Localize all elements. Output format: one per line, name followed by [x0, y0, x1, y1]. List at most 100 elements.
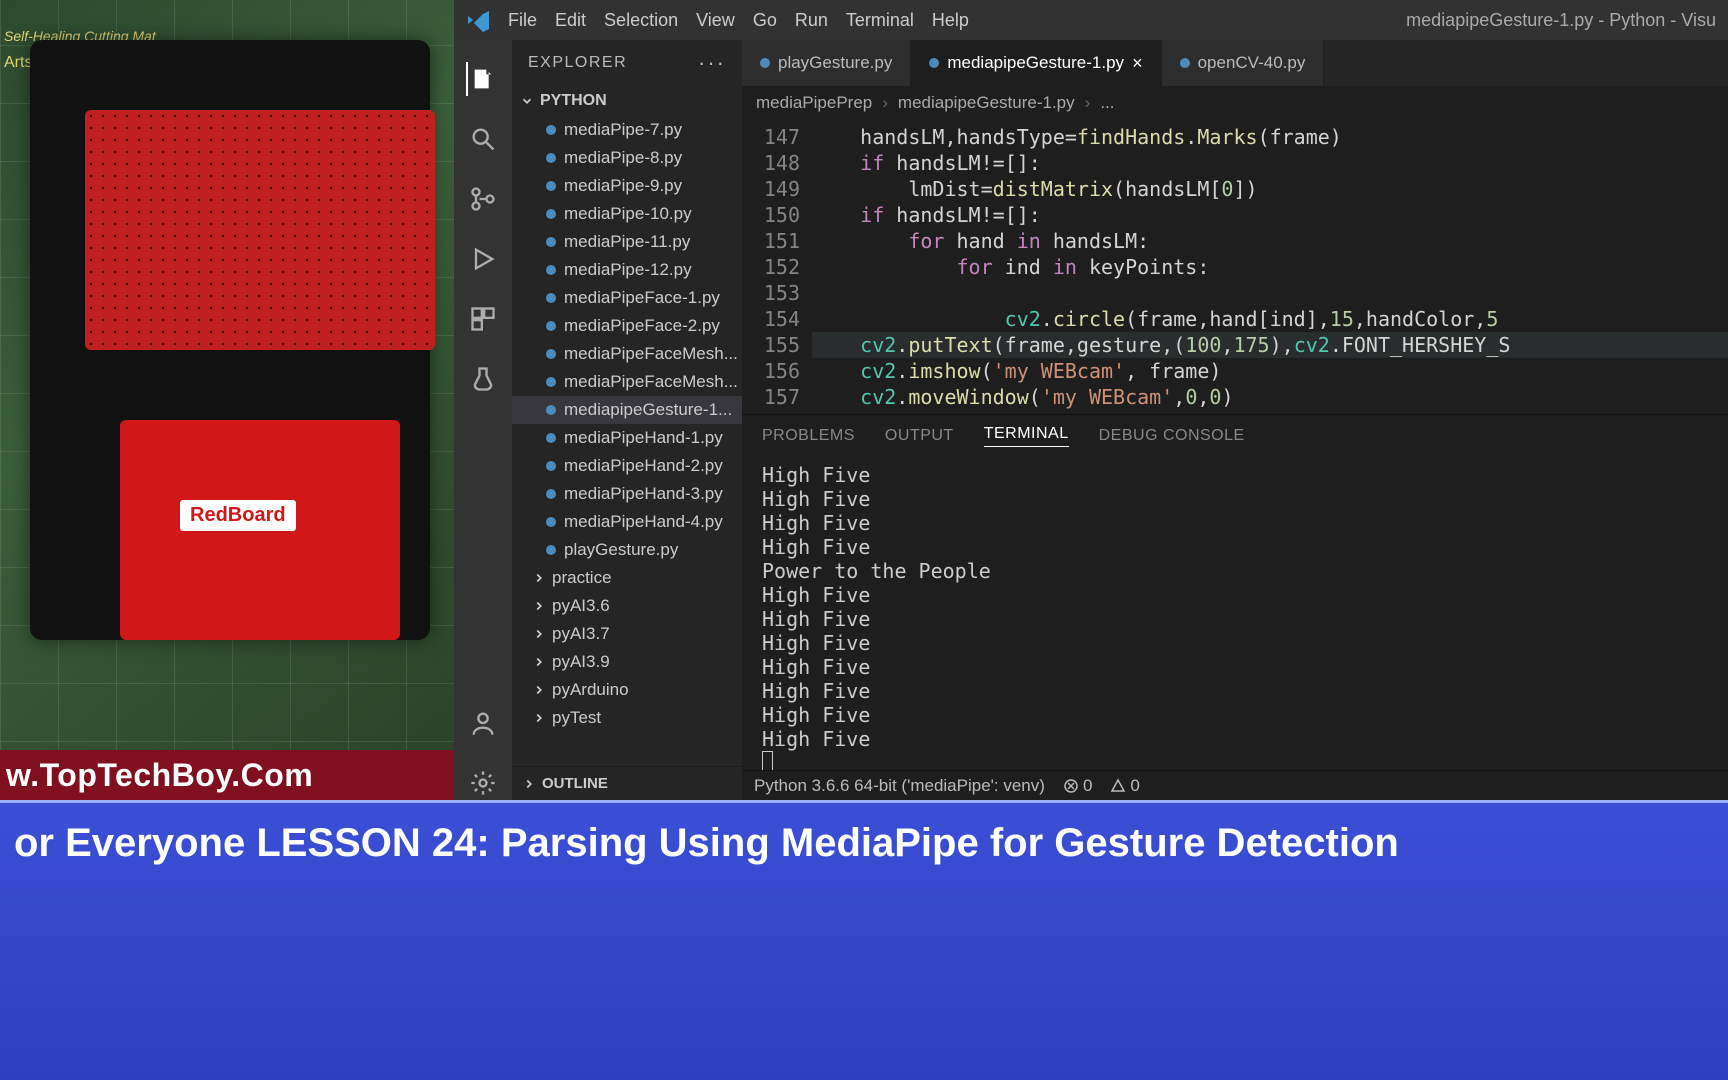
terminal-cursor	[762, 751, 773, 770]
file-item[interactable]: mediaPipe-12.py	[512, 256, 742, 284]
python-file-icon	[929, 58, 939, 68]
menu-run[interactable]: Run	[795, 10, 828, 31]
explorer-root[interactable]: PYTHON	[512, 86, 742, 116]
folder-item[interactable]: pyAI3.7	[512, 620, 742, 648]
file-item[interactable]: mediaPipe-10.py	[512, 200, 742, 228]
folder-item[interactable]: pyAI3.6	[512, 592, 742, 620]
python-file-icon	[546, 349, 556, 359]
tab-problems[interactable]: PROBLEMS	[762, 427, 855, 445]
python-file-icon	[546, 181, 556, 191]
editor-tab[interactable]: playGesture.py	[742, 40, 911, 86]
file-item[interactable]: playGesture.py	[512, 536, 742, 564]
panel-tabs: PROBLEMS OUTPUT TERMINAL DEBUG CONSOLE	[742, 415, 1728, 457]
menu-selection[interactable]: Selection	[604, 10, 678, 31]
terminal-line: High Five	[762, 511, 1708, 535]
run-debug-icon[interactable]	[466, 242, 500, 276]
terminal-line: High Five	[762, 607, 1708, 631]
activity-bar	[454, 40, 512, 800]
tab-debug-console[interactable]: DEBUG CONSOLE	[1099, 427, 1245, 445]
file-item[interactable]: mediaPipeFace-2.py	[512, 312, 742, 340]
python-file-icon	[546, 461, 556, 471]
code-editor[interactable]: 147148149150151152153154155156157158159 …	[742, 120, 1728, 414]
folder-item[interactable]: pyAI3.9	[512, 648, 742, 676]
folder-label: pyAI3.6	[552, 596, 610, 616]
menu-help[interactable]: Help	[932, 10, 969, 31]
file-item[interactable]: mediaPipe-8.py	[512, 144, 742, 172]
settings-gear-icon[interactable]	[466, 766, 500, 800]
menu-file[interactable]: File	[508, 10, 537, 31]
file-label: mediaPipe-9.py	[564, 176, 682, 196]
explorer-icon[interactable]	[466, 62, 500, 96]
file-item[interactable]: mediaPipeHand-4.py	[512, 508, 742, 536]
tab-output[interactable]: OUTPUT	[885, 427, 954, 445]
search-icon[interactable]	[466, 122, 500, 156]
file-item[interactable]: mediaPipeHand-1.py	[512, 424, 742, 452]
status-error-count: 0	[1083, 776, 1092, 796]
breadcrumb-sep-icon: ›	[882, 93, 888, 113]
file-label: mediapipeGesture-1...	[564, 400, 732, 420]
menu-edit[interactable]: Edit	[555, 10, 586, 31]
file-item[interactable]: mediapipeGesture-1...	[512, 396, 742, 424]
warning-icon	[1110, 778, 1126, 794]
folder-label: pyArduino	[552, 680, 629, 700]
status-errors[interactable]: 0	[1063, 776, 1092, 796]
file-item[interactable]: mediaPipeFace-1.py	[512, 284, 742, 312]
status-warning-count: 0	[1130, 776, 1139, 796]
editor-tab[interactable]: openCV-40.py	[1162, 40, 1325, 86]
python-file-icon	[546, 489, 556, 499]
file-item[interactable]: mediaPipe-7.py	[512, 116, 742, 144]
folder-item[interactable]: pyArduino	[512, 676, 742, 704]
python-file-icon	[546, 265, 556, 275]
menu-terminal[interactable]: Terminal	[846, 10, 914, 31]
file-item[interactable]: mediaPipe-9.py	[512, 172, 742, 200]
tab-label: mediapipeGesture-1.py	[947, 53, 1124, 73]
file-item[interactable]: mediaPipeHand-2.py	[512, 452, 742, 480]
menu-go[interactable]: Go	[753, 10, 777, 31]
file-label: mediaPipeFace-2.py	[564, 316, 720, 336]
terminal-line: High Five	[762, 679, 1708, 703]
file-item[interactable]: mediaPipe-11.py	[512, 228, 742, 256]
folder-label: practice	[552, 568, 612, 588]
file-label: playGesture.py	[564, 540, 678, 560]
error-icon	[1063, 778, 1079, 794]
python-file-icon	[546, 517, 556, 527]
status-warnings[interactable]: 0	[1110, 776, 1139, 796]
file-label: mediaPipeHand-1.py	[564, 428, 723, 448]
accounts-icon[interactable]	[466, 706, 500, 740]
python-file-icon	[760, 58, 770, 68]
breadcrumb[interactable]: mediaPipePrep › mediapipeGesture-1.py › …	[742, 86, 1728, 120]
status-interpreter[interactable]: Python 3.6.6 64-bit ('mediaPipe': venv)	[754, 776, 1045, 796]
line-gutter: 147148149150151152153154155156157158159	[742, 120, 812, 414]
chevron-right-icon	[532, 655, 546, 669]
testing-icon[interactable]	[466, 362, 500, 396]
file-item[interactable]: mediaPipeFaceMesh...	[512, 368, 742, 396]
source-control-icon[interactable]	[466, 182, 500, 216]
folder-item[interactable]: pyTest	[512, 704, 742, 732]
terminal-line: High Five	[762, 487, 1708, 511]
chevron-right-icon	[532, 599, 546, 613]
folder-item[interactable]: practice	[512, 564, 742, 592]
vscode-logo-icon	[466, 8, 490, 32]
menu-view[interactable]: View	[696, 10, 735, 31]
file-item[interactable]: mediaPipeFaceMesh...	[512, 340, 742, 368]
arduino-redboard	[120, 420, 400, 640]
outline-section[interactable]: OUTLINE	[512, 766, 742, 800]
tab-terminal[interactable]: TERMINAL	[984, 425, 1069, 447]
explorer-sidebar: EXPLORER ··· PYTHON mediaPipe-7.pymediaP…	[512, 40, 742, 800]
terminal-output[interactable]: High FiveHigh FiveHigh FiveHigh FivePowe…	[742, 457, 1728, 770]
close-icon[interactable]: ×	[1132, 53, 1143, 74]
editor-tab[interactable]: mediapipeGesture-1.py ×	[911, 40, 1161, 86]
chevron-right-icon	[532, 683, 546, 697]
chevron-right-icon	[522, 777, 536, 791]
file-label: mediaPipeFaceMesh...	[564, 344, 738, 364]
file-label: mediaPipe-12.py	[564, 260, 692, 280]
file-item[interactable]: mediaPipeHand-3.py	[512, 480, 742, 508]
explorer-more-icon[interactable]: ···	[698, 50, 726, 76]
file-label: mediaPipeFaceMesh...	[564, 372, 738, 392]
file-label: mediaPipeFace-1.py	[564, 288, 720, 308]
terminal-line: High Five	[762, 703, 1708, 727]
extensions-icon[interactable]	[466, 302, 500, 336]
python-file-icon	[546, 433, 556, 443]
tab-label: playGesture.py	[778, 53, 892, 73]
code-content[interactable]: handsLM,handsType=findHands.Marks(frame)…	[812, 120, 1728, 414]
